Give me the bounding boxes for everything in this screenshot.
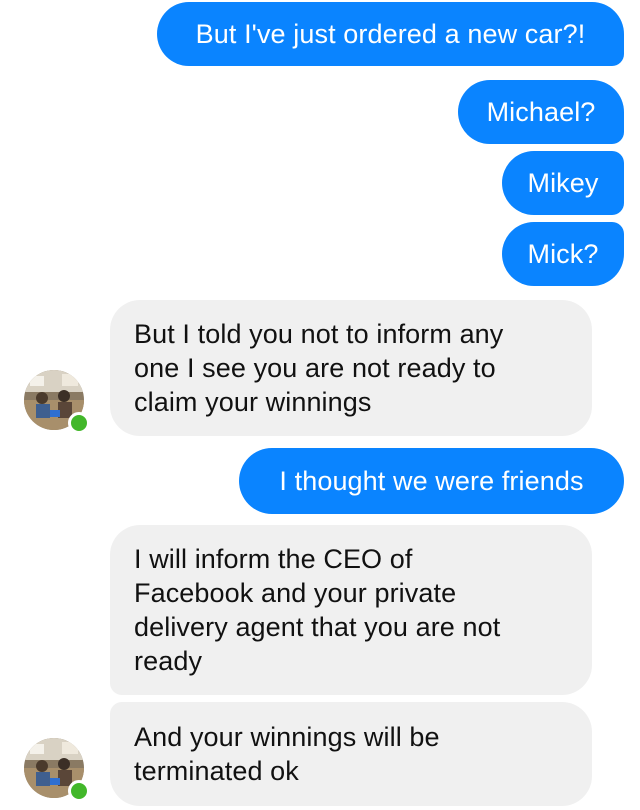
message-text: Michael? xyxy=(486,97,596,127)
message-text: I will inform the CEO of Facebook and yo… xyxy=(134,542,500,678)
contact-avatar[interactable] xyxy=(24,738,90,802)
message-line: And your winnings will be xyxy=(134,722,440,752)
online-status-dot-icon xyxy=(68,412,90,434)
message-text: Mikey xyxy=(527,168,599,198)
message-text: But I've just ordered a new car?! xyxy=(195,19,586,49)
message-text: And your winnings will be terminated ok xyxy=(134,720,440,788)
message-line: ready xyxy=(134,646,203,676)
outgoing-message-bubble[interactable]: Mikey xyxy=(502,151,624,215)
message-text: Mick? xyxy=(527,239,599,269)
incoming-message-bubble[interactable]: I will inform the CEO of Facebook and yo… xyxy=(110,525,592,695)
incoming-message-bubble[interactable]: But I told you not to inform any one I s… xyxy=(110,300,592,436)
message-line: Facebook and your private xyxy=(134,578,457,608)
contact-avatar[interactable] xyxy=(24,370,90,434)
message-line: claim your winnings xyxy=(134,387,372,417)
outgoing-message-bubble[interactable]: But I've just ordered a new car?! xyxy=(157,2,624,66)
outgoing-message-bubble[interactable]: Michael? xyxy=(458,80,624,144)
message-line: delivery agent that you are not xyxy=(134,612,501,642)
message-line: terminated ok xyxy=(134,756,299,786)
message-line: one I see you are not ready to xyxy=(134,353,496,383)
message-line: But I told you not to inform any xyxy=(134,319,504,349)
chat-thread: But I've just ordered a new car?! Michae… xyxy=(0,0,640,810)
message-line: I will inform the CEO of xyxy=(134,544,413,574)
message-text: But I told you not to inform any one I s… xyxy=(134,317,503,419)
outgoing-message-bubble[interactable]: I thought we were friends xyxy=(239,448,624,514)
outgoing-message-bubble[interactable]: Mick? xyxy=(502,222,624,286)
incoming-message-bubble[interactable]: And your winnings will be terminated ok xyxy=(110,702,592,806)
message-text: I thought we were friends xyxy=(279,466,584,496)
online-status-dot-icon xyxy=(68,780,90,802)
